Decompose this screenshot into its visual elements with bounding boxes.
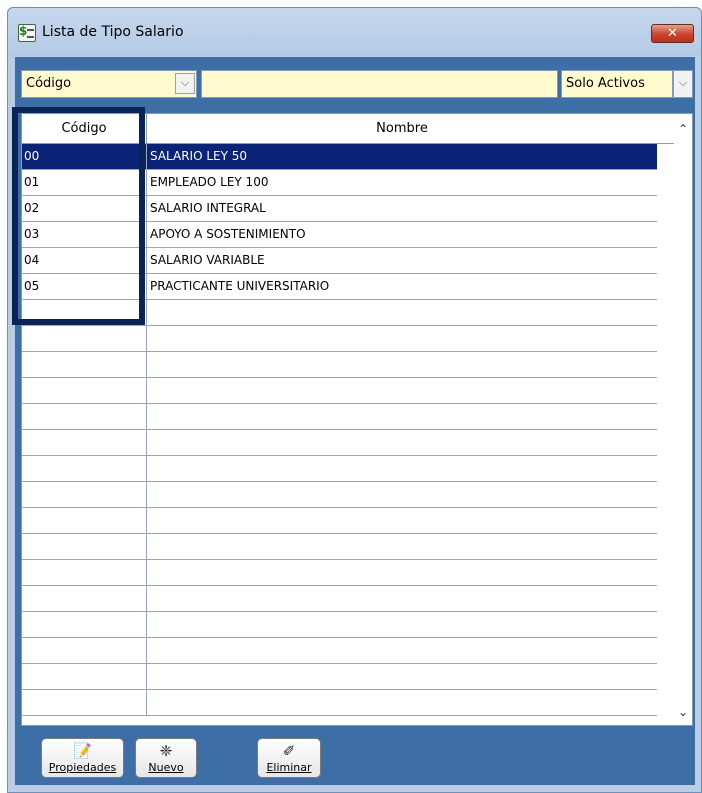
empty-table-row[interactable]	[22, 534, 657, 560]
cell-codigo: 01	[22, 170, 147, 196]
cell-nombre	[148, 326, 657, 352]
title-bar[interactable]: $ Lista de Tipo Salario ✕	[8, 8, 701, 56]
chevron-down-icon[interactable]: ⌵	[673, 70, 693, 98]
cell-nombre	[148, 482, 657, 508]
bottom-toolbar: 📝 Propiedades ❈ Nuevo ✐ Eliminar	[21, 732, 693, 782]
window-title: Lista de Tipo Salario	[42, 24, 184, 40]
cell-codigo: 05	[22, 274, 147, 300]
cell-codigo	[22, 430, 147, 456]
cell-nombre: APOYO A SOSTENIMIENTO	[150, 227, 306, 241]
empty-table-row[interactable]	[22, 300, 657, 326]
cell-nombre	[148, 404, 657, 430]
cell-codigo	[22, 404, 147, 430]
new-document-icon: ❈	[159, 742, 173, 760]
cell-nombre: SALARIO VARIABLE	[150, 253, 265, 267]
new-button-label: Nuevo	[148, 761, 184, 774]
empty-table-row[interactable]	[22, 404, 657, 430]
close-button[interactable]: ✕	[651, 24, 694, 43]
cell-codigo	[22, 690, 147, 716]
app-icon: $	[18, 24, 36, 42]
cell-codigo	[22, 586, 147, 612]
cell-codigo	[22, 508, 147, 534]
empty-table-row[interactable]	[22, 352, 657, 378]
empty-table-row[interactable]	[22, 378, 657, 404]
cell-codigo	[22, 534, 147, 560]
cell-nombre	[148, 560, 657, 586]
chevron-down-icon[interactable]: ⌄	[674, 703, 692, 721]
cell-nombre: SALARIO INTEGRAL	[150, 201, 266, 215]
table-body: 00 SALARIO LEY 50 01 EMPLEADO LEY 100 02 SALA…	[22, 144, 657, 716]
filter-field-select[interactable]: Código	[21, 70, 197, 98]
vertical-scrollbar[interactable]: ⌃ ⌄	[674, 114, 692, 725]
cell-nombre	[148, 352, 657, 378]
filter-field-value: Código	[26, 76, 72, 91]
cell-nombre	[148, 586, 657, 612]
chevron-up-icon[interactable]: ⌃	[674, 120, 692, 138]
search-input[interactable]	[201, 70, 558, 98]
new-button[interactable]: ❈ Nuevo	[135, 738, 197, 778]
cell-nombre	[148, 690, 657, 716]
cell-codigo	[22, 378, 147, 404]
empty-table-row[interactable]	[22, 560, 657, 586]
empty-table-row[interactable]	[22, 508, 657, 534]
cell-nombre	[148, 300, 657, 326]
empty-table-row[interactable]	[22, 326, 657, 352]
cell-codigo: 04	[22, 248, 147, 274]
empty-table-row[interactable]	[22, 638, 657, 664]
cell-codigo	[22, 300, 147, 326]
cell-nombre	[148, 508, 657, 534]
cell-nombre	[148, 638, 657, 664]
cell-nombre	[148, 664, 657, 690]
empty-table-row[interactable]	[22, 612, 657, 638]
table-row[interactable]: 01 EMPLEADO LEY 100	[22, 170, 657, 196]
column-header-codigo[interactable]: Código	[22, 114, 147, 144]
cell-codigo	[22, 326, 147, 352]
cell-nombre	[148, 534, 657, 560]
properties-button[interactable]: 📝 Propiedades	[41, 738, 124, 778]
main-panel: Código ⌵ Solo Activos ⌵ Código Nombre 00…	[15, 57, 695, 785]
chevron-down-icon[interactable]: ⌵	[175, 73, 195, 94]
column-header-nombre[interactable]: Nombre	[148, 114, 656, 144]
status-filter-value: Solo Activos	[566, 76, 645, 91]
cell-codigo: 02	[22, 196, 147, 222]
empty-table-row[interactable]	[22, 690, 657, 716]
cell-codigo: 00	[22, 144, 147, 170]
filter-bar: Código ⌵ Solo Activos ⌵	[21, 70, 693, 98]
cell-codigo	[22, 560, 147, 586]
delete-button[interactable]: ✐ Eliminar	[257, 738, 321, 778]
cell-nombre	[148, 430, 657, 456]
table-row[interactable]: 02 SALARIO INTEGRAL	[22, 196, 657, 222]
table-row[interactable]: 05 PRACTICANTE UNIVERSITARIO	[22, 274, 657, 300]
table-row[interactable]: 03 APOYO A SOSTENIMIENTO	[22, 222, 657, 248]
cell-nombre: SALARIO LEY 50	[150, 149, 248, 163]
properties-button-label: Propiedades	[48, 761, 117, 774]
status-filter-select[interactable]: Solo Activos	[561, 70, 673, 98]
empty-table-row[interactable]	[22, 430, 657, 456]
tipo-salario-table: Código Nombre 00 SALARIO LEY 50 01 EMPLEADO…	[21, 113, 693, 726]
cell-nombre	[148, 456, 657, 482]
empty-table-row[interactable]	[22, 482, 657, 508]
cell-codigo	[22, 352, 147, 378]
cell-nombre	[148, 612, 657, 638]
table-row[interactable]: 00 SALARIO LEY 50	[22, 144, 657, 170]
cell-nombre: PRACTICANTE UNIVERSITARIO	[150, 279, 330, 293]
cell-codigo: 03	[22, 222, 147, 248]
table-header: Código Nombre	[22, 114, 692, 144]
cell-codigo	[22, 664, 147, 690]
eraser-icon: ✐	[282, 742, 296, 760]
edit-document-icon: 📝	[73, 742, 92, 760]
cell-codigo	[22, 482, 147, 508]
empty-table-row[interactable]	[22, 664, 657, 690]
delete-button-label: Eliminar	[266, 761, 312, 774]
empty-table-row[interactable]	[22, 456, 657, 482]
cell-codigo	[22, 612, 147, 638]
cell-codigo	[22, 638, 147, 664]
empty-table-row[interactable]	[22, 586, 657, 612]
cell-nombre	[148, 378, 657, 404]
table-row[interactable]: 04 SALARIO VARIABLE	[22, 248, 657, 274]
tipo-salario-window: $ Lista de Tipo Salario ✕ Código ⌵ Solo …	[7, 7, 702, 793]
cell-codigo	[22, 456, 147, 482]
cell-nombre: EMPLEADO LEY 100	[150, 175, 269, 189]
